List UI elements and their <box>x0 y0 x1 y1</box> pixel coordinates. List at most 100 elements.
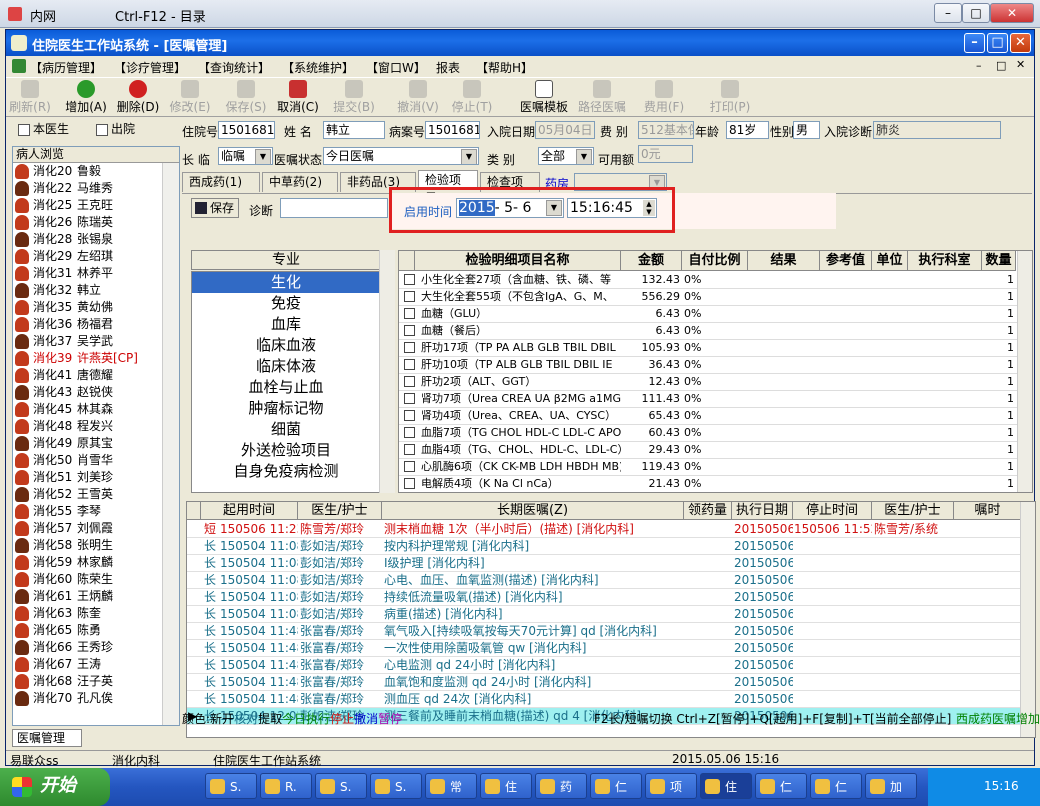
row-checkbox[interactable] <box>404 393 415 404</box>
patient-item[interactable]: 消化25 王克旺 <box>13 197 179 214</box>
category-select[interactable]: 全部 <box>538 147 594 165</box>
order-row[interactable]: 长 150504 11:08 彭如洁/郑玲 持续低流量吸氧(描述) [消化内科] 201… <box>187 589 1022 606</box>
category-item[interactable]: 免疫 <box>192 293 380 314</box>
maximize-button[interactable]: □ <box>987 33 1008 53</box>
category-item[interactable]: 血栓与止血 <box>192 377 380 398</box>
print-button[interactable]: 打印(P) <box>708 80 752 115</box>
category-item[interactable]: 生化 <box>192 272 380 293</box>
order-row[interactable]: 长 150504 11:48 张富春/郑玲 心电监测 qd 24小时 [消化内科] 20… <box>187 657 1022 674</box>
patient-list-scrollbar[interactable] <box>162 163 179 725</box>
patient-item[interactable]: 消化66 王秀珍 <box>13 639 179 656</box>
edit-button[interactable]: 修改(E) <box>168 80 212 115</box>
tab-western-medicine[interactable]: 西成药(1) <box>182 172 260 192</box>
outer-minimize-button[interactable]: – <box>934 3 962 23</box>
inpatient-no-field[interactable]: 1501681 <box>218 121 275 139</box>
my-doctor-checkbox[interactable]: 本医生 <box>18 120 69 137</box>
duration-select[interactable]: 临嘱 <box>218 147 273 165</box>
mdi-restore-icon[interactable]: □ <box>996 59 1006 72</box>
category-item[interactable]: 临床体液 <box>192 356 380 377</box>
taskbar-item[interactable]: 仁 <box>810 773 862 799</box>
patient-item[interactable]: 消化39 许燕英[CP] <box>13 350 179 367</box>
patient-item[interactable]: 消化36 杨福君 <box>13 316 179 333</box>
order-row[interactable]: 长 150504 11:48 张富春/郑玲 血氧饱和度监测 qd 24小时 [消化内科… <box>187 674 1022 691</box>
close-button[interactable]: ✕ <box>1010 33 1031 53</box>
sex-field[interactable]: 男 <box>793 121 820 139</box>
patient-item[interactable]: 消化32 韩立 <box>13 282 179 299</box>
row-checkbox[interactable] <box>404 308 415 319</box>
menu-treatment[interactable]: 【诊疗管理】 <box>114 59 186 76</box>
add-button[interactable]: 增加(A) <box>64 80 108 115</box>
patient-item[interactable]: 消化61 王炳麟 <box>13 588 179 605</box>
row-checkbox[interactable] <box>404 427 415 438</box>
order-row[interactable]: 长 150504 11:08 彭如洁/郑玲 心电、血压、血氧监测(描述) [消化内科]… <box>187 572 1022 589</box>
lab-item-row[interactable]: 血脂7项（TG CHOL HDL-C LDL-C APOA 60.43 0% 1 <box>399 425 1019 442</box>
lab-item-row[interactable]: 肝功17项（TP PA ALB GLB TBIL DBIL 105.93 0% 1 <box>399 340 1019 357</box>
row-checkbox[interactable] <box>404 376 415 387</box>
taskbar-item[interactable]: 仁 <box>590 773 642 799</box>
category-scrollbar[interactable] <box>379 250 395 493</box>
category-item[interactable]: 血库 <box>192 314 380 335</box>
patient-item[interactable]: 消化59 林家麟 <box>13 554 179 571</box>
menu-report[interactable]: 报表 <box>436 59 460 76</box>
row-checkbox[interactable] <box>404 478 415 489</box>
save-toolbar-button[interactable]: 保存(S) <box>224 80 268 115</box>
lab-item-row[interactable]: 肝功2项（ALT、GGT） 12.43 0% 1 <box>399 374 1019 391</box>
patient-item[interactable]: 消化20 鲁毅 <box>13 163 179 180</box>
mdi-close-icon[interactable]: ✕ <box>1016 58 1025 71</box>
order-row[interactable]: 长 150504 11:08 彭如洁/郑玲 按内科护理常规 [消化内科] 2015050… <box>187 538 1022 555</box>
refresh-button[interactable]: 刷新(R) <box>8 80 52 115</box>
lab-item-row[interactable]: 电解质4项（K Na Cl nCa） 21.43 0% 1 <box>399 476 1019 492</box>
menu-query[interactable]: 【查询统计】 <box>198 59 270 76</box>
tab-order-management[interactable]: 医嘱管理 <box>12 729 82 747</box>
patient-item[interactable]: 消化37 吴学武 <box>13 333 179 350</box>
revoke-button[interactable]: 撤消(V) <box>396 80 440 115</box>
cancel-button[interactable]: 取消(C) <box>276 80 320 115</box>
row-checkbox[interactable] <box>404 410 415 421</box>
lab-item-row[interactable]: 肾功7项（Urea CREA UA β2MG a1MG C 111.43 0% 1 <box>399 391 1019 408</box>
menu-system[interactable]: 【系统维护】 <box>282 59 354 76</box>
name-field[interactable]: 韩立 <box>323 121 385 139</box>
patient-item[interactable]: 消化41 唐德耀 <box>13 367 179 384</box>
pathway-order-button[interactable]: 路径医嘱 <box>572 80 632 115</box>
patient-item[interactable]: 消化68 汪子英 <box>13 673 179 690</box>
patient-item[interactable]: 消化43 赵锐侠 <box>13 384 179 401</box>
lab-item-row[interactable]: 肾功4项（Urea、CREA、UA、CYSC） 65.43 0% 1 <box>399 408 1019 425</box>
lab-item-row[interactable]: 血脂4项（TG、CHOL、HDL-C、LDL-C） 29.43 0% 1 <box>399 442 1019 459</box>
category-item[interactable]: 临床血液 <box>192 335 380 356</box>
outer-maximize-button[interactable]: □ <box>962 3 990 23</box>
category-item[interactable]: 外送检验项目 <box>192 440 380 461</box>
lab-item-row[interactable]: 血糖（餐后） 6.43 0% 1 <box>399 323 1019 340</box>
taskbar-item[interactable]: 仁 <box>755 773 807 799</box>
order-grid-scrollbar[interactable] <box>1020 502 1035 737</box>
lab-item-row[interactable]: 小生化全套27项（含血糖、铁、磷、等 132.43 0% 1 <box>399 272 1019 289</box>
taskbar-item[interactable]: 常 <box>425 773 477 799</box>
menu-window[interactable]: 【窗口W】 <box>366 59 426 76</box>
row-checkbox[interactable] <box>404 325 415 336</box>
start-button[interactable]: 开始 <box>0 768 110 806</box>
menu-help[interactable]: 【帮助H】 <box>476 59 533 76</box>
menu-record[interactable]: 【病历管理】 <box>30 59 102 76</box>
patient-item[interactable]: 消化29 左绍琪 <box>13 248 179 265</box>
submit-button[interactable]: 提交(B) <box>332 80 376 115</box>
lab-item-row[interactable]: 心肌酶6项（CK CK-MB LDH HBDH MB)+ 119.43 0% 1 <box>399 459 1019 476</box>
patient-item[interactable]: 消化58 张明生 <box>13 537 179 554</box>
lab-item-row[interactable]: 血糖（GLU） 6.43 0% 1 <box>399 306 1019 323</box>
patient-item[interactable]: 消化22 马维秀 <box>13 180 179 197</box>
lab-item-row[interactable]: 大生化全套55项（不包含IgA、G、M、 556.29 0% 1 <box>399 289 1019 306</box>
patient-item[interactable]: 消化67 王涛 <box>13 656 179 673</box>
save-button[interactable]: 保存 <box>191 198 239 218</box>
patient-item[interactable]: 消化50 肖雪华 <box>13 452 179 469</box>
taskbar-item[interactable]: S. <box>205 773 257 799</box>
taskbar-item[interactable]: S. <box>370 773 422 799</box>
row-checkbox[interactable] <box>404 342 415 353</box>
category-item[interactable]: 自身免疫病检测 <box>192 461 380 482</box>
patient-item[interactable]: 消化48 程发兴 <box>13 418 179 435</box>
mdi-minimize-icon[interactable]: – <box>976 59 982 72</box>
record-no-field[interactable]: 1501681 <box>425 121 480 139</box>
lab-grid-scrollbar[interactable] <box>1017 251 1032 492</box>
status-select[interactable]: 今日医嘱 <box>323 147 479 165</box>
patient-item[interactable]: 消化55 李琴 <box>13 503 179 520</box>
taskbar-item[interactable]: 住 <box>700 773 752 799</box>
order-row[interactable]: 长 150504 11:08 彭如洁/郑玲 病重(描述) [消化内科] 20150506 <box>187 606 1022 623</box>
age-field[interactable]: 81岁 <box>726 121 769 139</box>
